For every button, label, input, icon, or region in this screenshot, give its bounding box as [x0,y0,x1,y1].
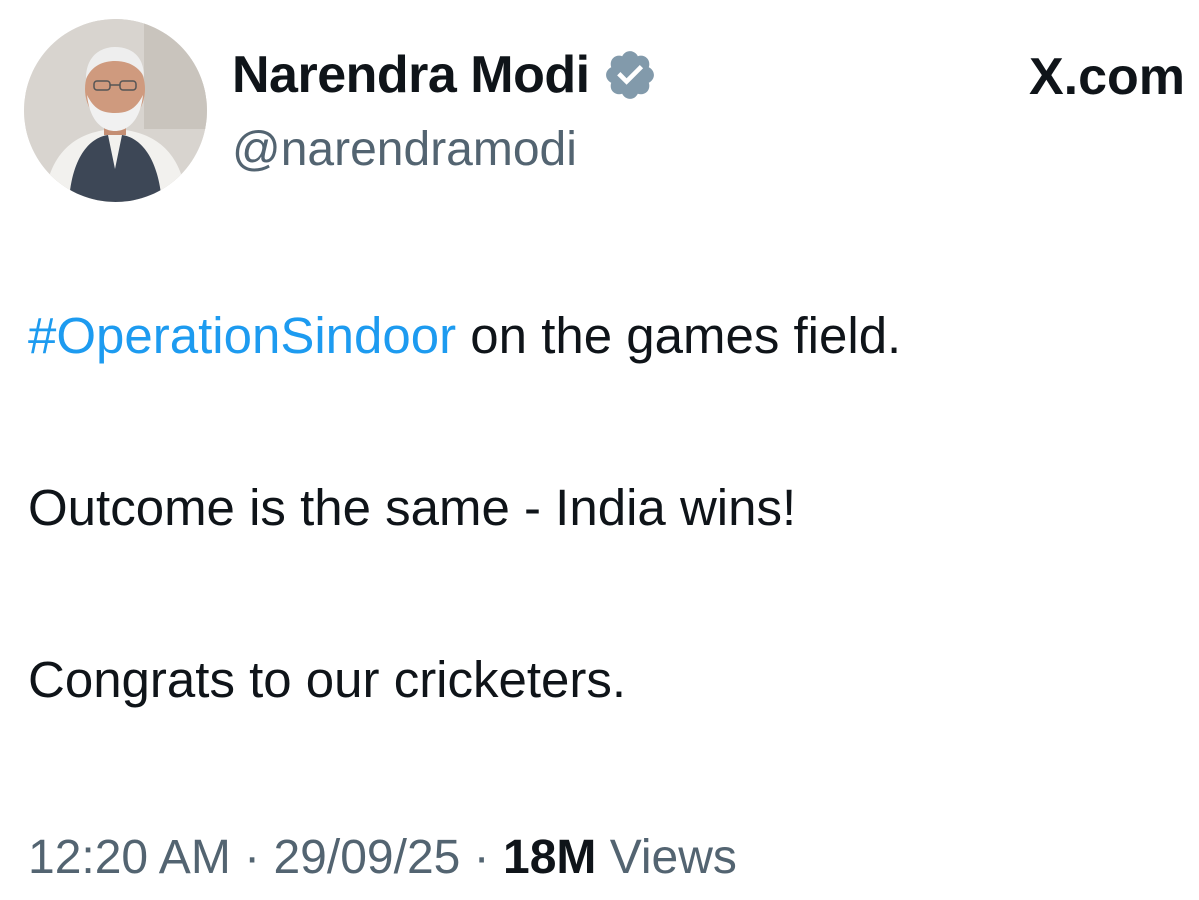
avatar-photo [24,19,207,202]
post-header: Narendra Modi @narendramodi X.com [0,0,1199,210]
post-time[interactable]: 12:20 AM [28,831,231,884]
meta-separator: · [473,831,490,884]
post-date[interactable]: 29/09/25 [273,831,460,884]
post-line-1-text: on the games field. [456,307,902,364]
author-handle[interactable]: @narendramodi [232,120,577,180]
post-text: #OperationSindoor on the games field. Ou… [28,305,1178,711]
avatar[interactable] [24,19,207,202]
post-line-3: Congrats to our cricketers. [28,651,627,708]
hashtag-link[interactable]: #OperationSindoor [28,307,456,364]
site-label: X.com [1028,48,1185,106]
post-line-1: #OperationSindoor on the games field. [28,305,1178,367]
post-meta: 12:20 AM · 29/09/25 · 18M Views [28,828,737,888]
views-label: Views [609,831,737,884]
verified-badge-icon[interactable] [602,47,658,103]
author-name-row: Narendra Modi [232,44,658,106]
views-count: 18M [503,831,597,884]
author-display-name[interactable]: Narendra Modi [232,44,590,106]
post-line-2: Outcome is the same - India wins! [28,479,797,536]
meta-separator: · [244,831,261,884]
